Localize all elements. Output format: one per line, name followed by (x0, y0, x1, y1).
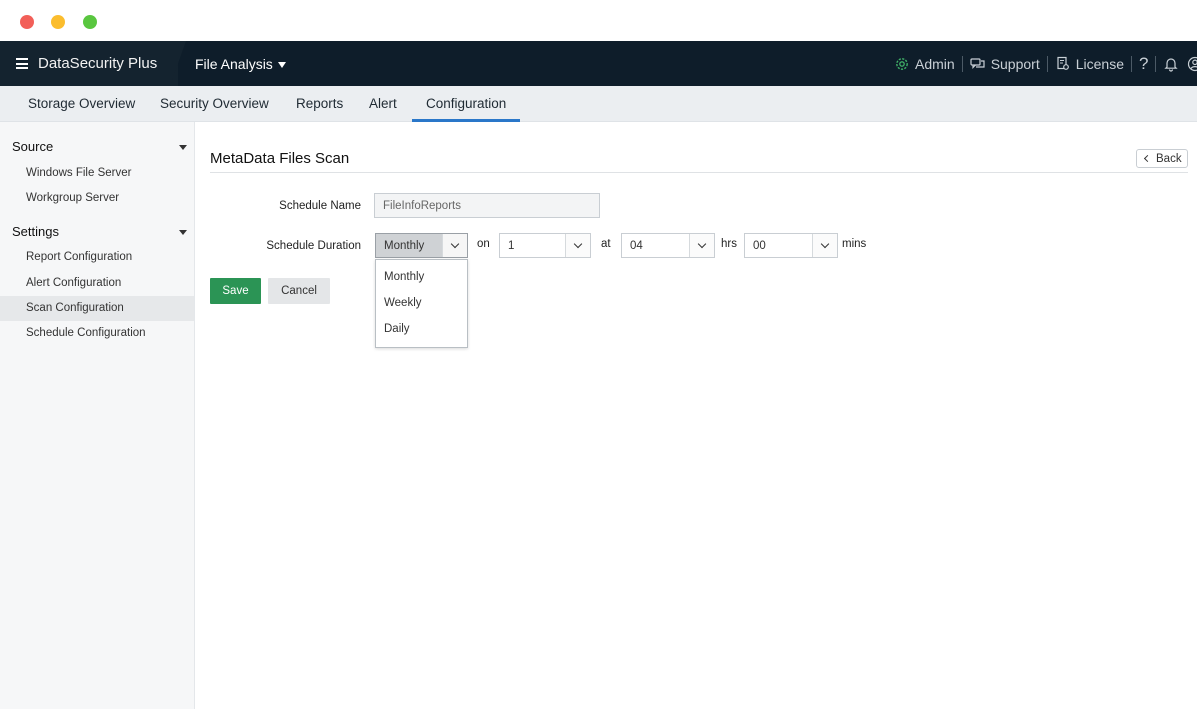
separator (1131, 55, 1132, 72)
duration-option-daily[interactable]: Daily (376, 316, 467, 342)
duration-dropdown-menu: Monthly Weekly Daily (375, 259, 468, 348)
hours-select-toggle[interactable] (689, 234, 714, 257)
sidebar-section-settings[interactable]: Settings (12, 224, 59, 239)
module-selector[interactable]: File Analysis (195, 56, 273, 72)
day-select-toggle[interactable] (565, 234, 590, 257)
separator (1046, 55, 1048, 72)
sidebar: Source Windows File Server Workgroup Ser… (0, 122, 195, 709)
chat-bubbles-icon (970, 57, 985, 69)
duration-select[interactable]: Monthly (375, 233, 468, 258)
app-name: DataSecurity Plus (38, 55, 158, 72)
hamburger-menu-icon[interactable] (16, 58, 28, 69)
caret-down-icon[interactable] (179, 145, 187, 150)
brand-divider (170, 41, 186, 86)
sidebar-section-source[interactable]: Source (12, 139, 53, 154)
schedule-name-input[interactable]: FileInfoReports (374, 193, 600, 218)
window-chrome (0, 0, 1197, 41)
minutes-select[interactable]: 00 (744, 233, 838, 258)
notifications-button[interactable] (1163, 56, 1179, 72)
top-bar: DataSecurity Plus File Analysis Admin Su… (0, 41, 1197, 86)
license-certificate-icon (1057, 56, 1069, 70)
admin-link[interactable]: Admin (894, 56, 955, 72)
sidebar-item-alert-configuration[interactable]: Alert Configuration (0, 271, 194, 296)
page-title: MetaData Files Scan (210, 150, 350, 167)
support-link[interactable]: Support (970, 56, 1040, 72)
brand-area: DataSecurity Plus (0, 41, 178, 86)
top-bar-actions: Admin Support License ? (894, 41, 1197, 86)
admin-gear-icon (896, 57, 908, 70)
main-tabs: Storage Overview Security Overview Repor… (0, 86, 1197, 122)
sidebar-item-report-configuration[interactable]: Report Configuration (0, 245, 194, 270)
sidebar-item-schedule-configuration[interactable]: Schedule Configuration (0, 321, 194, 346)
chevron-left-icon (1143, 154, 1152, 163)
day-select[interactable]: 1 (499, 233, 591, 258)
schedule-duration-label: Schedule Duration (266, 240, 361, 252)
back-label: Back (1156, 152, 1182, 165)
cancel-button[interactable]: Cancel (268, 278, 330, 304)
close-window-button[interactable] (20, 15, 34, 29)
save-button[interactable]: Save (210, 278, 261, 304)
duration-select-value: Monthly (384, 240, 425, 252)
license-label: License (1075, 55, 1124, 72)
tab-configuration[interactable]: Configuration (412, 86, 521, 122)
schedule-name-label: Schedule Name (279, 200, 361, 212)
hours-select-value: 04 (630, 240, 643, 252)
duration-option-weekly[interactable]: Weekly (376, 290, 467, 316)
mins-label: mins (842, 238, 867, 250)
tab-alert[interactable]: Alert (355, 86, 411, 122)
on-label: on (477, 238, 490, 250)
sidebar-item-workgroup-server[interactable]: Workgroup Server (0, 186, 194, 211)
minutes-select-value: 00 (753, 240, 766, 252)
bell-icon (1164, 57, 1179, 72)
help-link[interactable]: ? (1139, 54, 1148, 74)
help-icon: ? (1139, 53, 1149, 73)
tab-reports[interactable]: Reports (282, 86, 357, 122)
user-profile-button[interactable] (1187, 56, 1197, 72)
chevron-down-icon (450, 239, 460, 249)
title-divider (210, 172, 1188, 173)
admin-label: Admin (915, 55, 955, 72)
duration-option-monthly[interactable]: Monthly (376, 264, 467, 290)
back-button[interactable]: Back (1136, 149, 1188, 168)
separator (961, 55, 963, 72)
minimize-window-button[interactable] (51, 15, 65, 29)
minutes-select-toggle[interactable] (812, 234, 837, 257)
chevron-down-icon (573, 239, 583, 249)
user-circle-icon (1188, 56, 1197, 71)
at-label: at (601, 238, 611, 250)
hrs-label: hrs (721, 238, 737, 250)
tab-storage-overview[interactable]: Storage Overview (14, 86, 149, 122)
day-select-value: 1 (508, 240, 515, 252)
caret-down-icon[interactable] (179, 230, 187, 235)
maximize-window-button[interactable] (83, 15, 97, 29)
license-link[interactable]: License (1055, 56, 1124, 72)
sidebar-item-windows-file-server[interactable]: Windows File Server (0, 161, 194, 186)
chevron-down-icon (697, 239, 707, 249)
sidebar-item-scan-configuration[interactable]: Scan Configuration (0, 296, 194, 321)
support-label: Support (990, 55, 1040, 72)
tab-security-overview[interactable]: Security Overview (146, 86, 283, 122)
hours-select[interactable]: 04 (621, 233, 715, 258)
duration-select-toggle[interactable] (442, 234, 467, 257)
caret-down-icon[interactable] (278, 62, 286, 68)
separator (1155, 55, 1157, 72)
chevron-down-icon (820, 239, 830, 249)
